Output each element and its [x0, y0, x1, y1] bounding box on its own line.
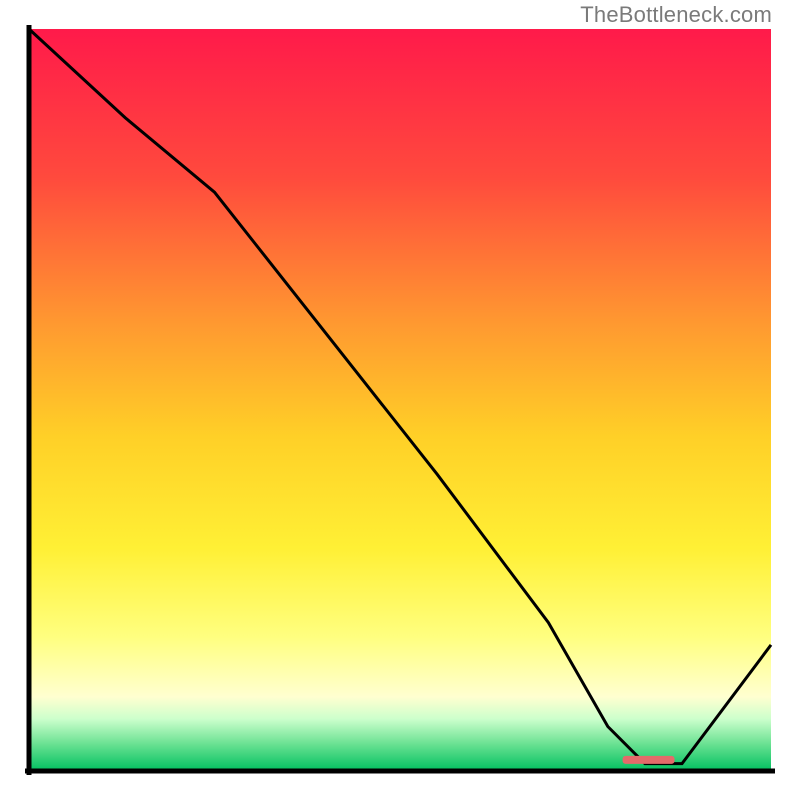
optimal-marker: [623, 756, 675, 764]
plot-area: [25, 25, 775, 775]
bottleneck-chart: [25, 25, 775, 775]
chart-background: [29, 29, 771, 771]
chart-stage: TheBottleneck.com: [0, 0, 800, 800]
